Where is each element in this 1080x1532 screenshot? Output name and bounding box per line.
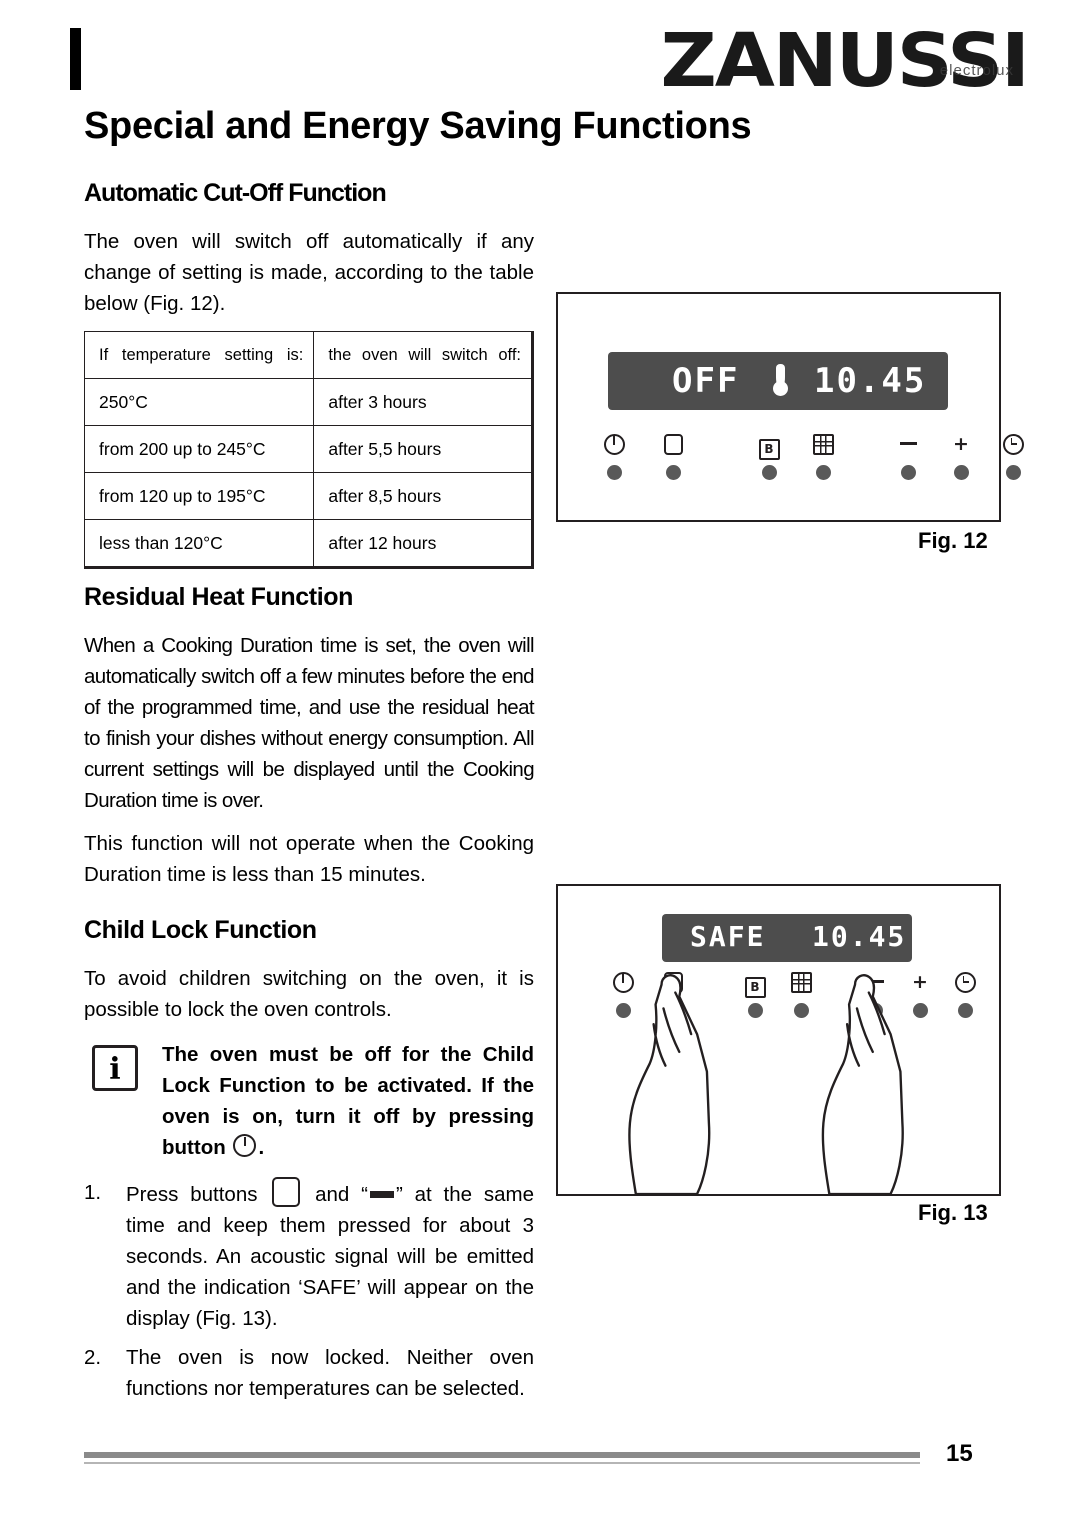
cut-off-table: If temperature setting is: the oven will… xyxy=(83,331,534,569)
control-square[interactable] xyxy=(655,434,691,480)
hands-illustration xyxy=(628,974,904,1194)
cell-temperature: from 200 up to 245°C xyxy=(83,425,315,473)
button-dot[interactable] xyxy=(665,465,681,480)
info-note-text-end: . xyxy=(258,1136,265,1159)
brand-sublogo: electrolux xyxy=(939,62,1014,79)
footer-rule xyxy=(84,1452,920,1458)
list-item: 2. The oven is now locked. Neither oven … xyxy=(84,1342,534,1404)
header-tab-mark xyxy=(70,28,81,90)
paragraph-cut-off-intro: The oven will switch off automatically i… xyxy=(84,230,534,315)
power-icon xyxy=(233,1134,257,1157)
button-dot[interactable] xyxy=(761,465,777,480)
control-power[interactable] xyxy=(596,434,632,480)
b-icon: B xyxy=(751,434,787,460)
figure-13-caption: Fig. 13 xyxy=(918,1200,988,1225)
table-row: less than 120°C after 12 hours xyxy=(83,519,534,569)
heading-automatic-cut-off: Automatic Cut-Off Function xyxy=(84,179,387,207)
square-icon xyxy=(655,434,691,456)
child-lock-steps: 1. Press buttons and “” at the same time… xyxy=(84,1177,534,1404)
figure-13-oven-panel-locked: SAFE 10.45 B + xyxy=(556,884,1001,1196)
info-note-text: The oven must be off for the Child Lock … xyxy=(162,1039,534,1163)
control-plus[interactable]: + xyxy=(943,434,979,480)
paragraph-residual-1: When a Cooking Duration time is set, the… xyxy=(84,634,535,812)
button-dot[interactable] xyxy=(953,465,969,480)
minus-icon xyxy=(890,434,926,456)
list-item: 1. Press buttons and “” at the same time… xyxy=(84,1177,534,1334)
cell-time: after 3 hours xyxy=(313,378,534,426)
power-icon xyxy=(596,434,632,456)
plus-icon: + xyxy=(953,433,969,455)
display-text-left: OFF xyxy=(672,361,740,401)
minus-button-icon xyxy=(369,1191,394,1198)
step-text-a: The oven is now locked. Neither oven fun… xyxy=(126,1346,534,1400)
control-b[interactable]: B xyxy=(751,434,787,480)
step-number: 2. xyxy=(84,1346,102,1369)
thermometer-icon xyxy=(773,364,788,396)
info-note: The oven must be off for the Child Lock … xyxy=(84,1039,534,1163)
display-text-right: 10.45 xyxy=(814,361,927,401)
paragraph-child-lock-1: To avoid children switching on the oven,… xyxy=(84,967,534,1021)
content-column: Automatic Cut-Off Function The oven will… xyxy=(83,165,535,1412)
cell-temperature: from 120 up to 195°C xyxy=(83,472,315,520)
page-number: 15 xyxy=(946,1440,973,1467)
step-text-b: and “ xyxy=(315,1183,368,1206)
button-dot[interactable] xyxy=(815,465,831,480)
oven-display: OFF 10.45 xyxy=(608,352,948,410)
control-clock[interactable] xyxy=(995,434,1031,480)
heading-residual-heat: Residual Heat Function xyxy=(84,583,354,611)
cell-time: after 8,5 hours xyxy=(313,472,534,520)
step-text-a: Press buttons xyxy=(126,1183,258,1206)
control-grid[interactable] xyxy=(805,434,841,480)
table-row: from 200 up to 245°C after 5,5 hours xyxy=(83,425,534,473)
page-title: Special and Energy Saving Functions xyxy=(84,105,752,147)
info-note-text-main: The oven must be off for the Child Lock … xyxy=(162,1043,534,1159)
clock-icon xyxy=(995,434,1031,456)
paragraph-residual-2: This function will not operate when the … xyxy=(84,832,534,886)
cell-time: after 12 hours xyxy=(313,519,534,569)
button-dot[interactable] xyxy=(1005,465,1021,480)
grid-icon xyxy=(805,434,841,456)
cell-time: after 5,5 hours xyxy=(313,425,534,473)
figure-12-oven-panel: OFF 10.45 B + xyxy=(556,292,1024,522)
info-icon xyxy=(92,1045,138,1091)
button-dot[interactable] xyxy=(606,465,622,480)
cell-temperature: 250°C xyxy=(83,378,315,426)
table-row: 250°C after 3 hours xyxy=(83,378,534,426)
cell-temperature: less than 120°C xyxy=(83,519,315,569)
step-number: 1. xyxy=(84,1181,102,1204)
square-button-icon xyxy=(272,1177,301,1207)
table-row: from 120 up to 195°C after 8,5 hours xyxy=(83,472,534,520)
button-dot[interactable] xyxy=(900,465,916,480)
table-header-temperature: If temperature setting is: xyxy=(83,331,315,379)
brand-logo: ZANUSSI xyxy=(660,18,1030,104)
table-header-row: If temperature setting is: the oven will… xyxy=(83,331,534,379)
control-minus[interactable] xyxy=(890,434,926,480)
figure-12-caption: Fig. 12 xyxy=(918,528,988,553)
footer-rule-thin xyxy=(84,1462,920,1464)
table-header-switchoff: the oven will switch off: xyxy=(313,331,534,379)
heading-child-lock: Child Lock Function xyxy=(84,916,317,944)
